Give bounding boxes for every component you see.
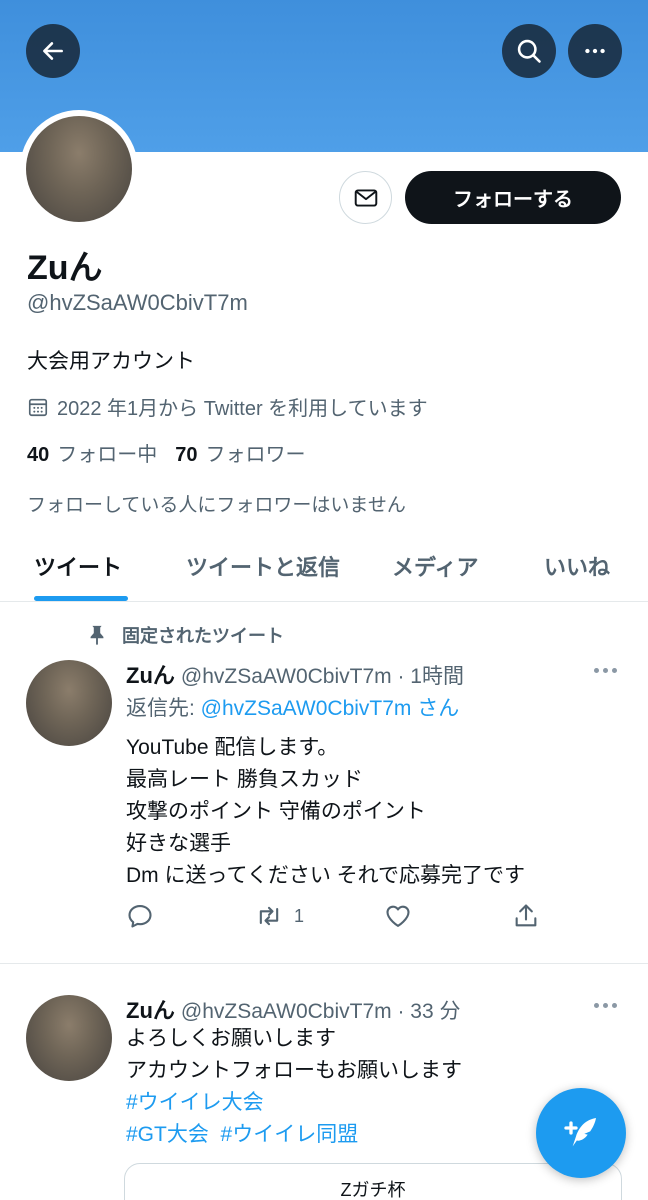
- tweet-line: アカウントフォローもお願いします: [126, 1059, 462, 1082]
- pinned-label: 固定されたツイート: [122, 626, 284, 646]
- retweet-count: 1: [294, 905, 305, 926]
- tweet-meta: @hvZSaAW0CbivT7m · 33 分: [180, 1000, 461, 1023]
- tweet[interactable]: 固定されたツイート Zuん @hvZSaAW0CbivT7m · 1時間 返信先:…: [0, 602, 648, 964]
- tweet-header: Zuん @hvZSaAW0CbivT7m · 1時間: [126, 658, 464, 690]
- search-icon: [517, 39, 541, 63]
- following-stat[interactable]: 40 フォロー中: [27, 438, 157, 467]
- compose-tweet-icon: [564, 1118, 596, 1147]
- tweet-avatar[interactable]: [26, 995, 112, 1081]
- tab-tweets-and-replies[interactable]: ツイートと返信: [186, 550, 340, 582]
- link-card[interactable]: Zガチ杯: [124, 1163, 622, 1200]
- share-button[interactable]: [512, 902, 540, 930]
- more-horizontal-icon: [585, 48, 605, 54]
- hashtag-link[interactable]: #ウイイレ大会: [126, 1091, 264, 1114]
- reply-handle-link[interactable]: @hvZSaAW0CbivT7m さん: [201, 697, 460, 720]
- share-icon: [515, 904, 537, 927]
- avatar-image: [26, 116, 132, 222]
- tweet-actions: 1: [126, 902, 546, 932]
- back-button[interactable]: [26, 24, 80, 78]
- hashtag-link[interactable]: #ウイイレ同盟: [221, 1123, 359, 1146]
- joined-text: 2022 年1月から Twitter を利用しています: [57, 398, 428, 420]
- follow-button[interactable]: フォローする: [405, 171, 621, 224]
- compose-tweet-button[interactable]: [536, 1088, 626, 1178]
- message-button[interactable]: [339, 171, 392, 224]
- tweet-meta: @hvZSaAW0CbivT7m · 1時間: [180, 665, 464, 688]
- tweet-author-name[interactable]: Zuん: [126, 663, 175, 688]
- tweet-author-name[interactable]: Zuん: [126, 998, 175, 1023]
- search-button[interactable]: [502, 24, 556, 78]
- tab-likes[interactable]: いいね: [544, 550, 610, 582]
- pinned-label-row: 固定されたツイート: [86, 622, 284, 648]
- profile-tabs: ツイート ツイートと返信 メディア いいね: [0, 536, 648, 602]
- profile-bio: 大会用アカウント: [27, 350, 195, 373]
- tweet-line: よろしくお願いします: [126, 1027, 336, 1050]
- tweet-avatar[interactable]: [26, 660, 112, 746]
- like-button[interactable]: [384, 902, 412, 930]
- tweet-more-button[interactable]: [594, 1003, 617, 1008]
- reply-button[interactable]: [126, 902, 154, 930]
- following-count: 40: [27, 444, 50, 466]
- tab-media[interactable]: メディア: [392, 550, 478, 582]
- tweet-line: 好きな選手: [126, 832, 231, 855]
- envelope-icon: [354, 188, 377, 207]
- tab-tweets[interactable]: ツイート: [34, 550, 122, 582]
- profile-handle: @hvZSaAW0CbivT7m: [27, 290, 248, 315]
- followers-you-know-text: フォローしている人にフォロワーはいません: [27, 495, 406, 516]
- hashtag-link[interactable]: #GT大会: [126, 1123, 209, 1146]
- arrow-left-icon: [43, 42, 63, 60]
- card-title: Zガチ杯: [340, 1180, 406, 1200]
- follow-stats: 40 フォロー中 70 フォロワー: [27, 438, 306, 467]
- retweet-button[interactable]: 1: [254, 902, 304, 930]
- profile-avatar[interactable]: [20, 110, 138, 228]
- followers-count: 70: [175, 444, 198, 466]
- tweet-line: 攻撃のポイント 守備のポイント: [126, 800, 426, 823]
- tweet-line: 最高レート 勝負スカッド: [126, 768, 363, 791]
- tweet-line: YouTube 配信します。: [126, 736, 339, 759]
- display-name: Zuん: [27, 249, 103, 287]
- followers-stat[interactable]: 70 フォロワー: [175, 438, 305, 467]
- reply-icon: [128, 905, 152, 928]
- tweet-line: Dm に送ってください それで応募完了です: [126, 864, 526, 887]
- tweet-header: Zuん @hvZSaAW0CbivT7m · 33 分: [126, 993, 461, 1025]
- retweet-icon: [259, 906, 279, 926]
- joined-date: 2022 年1月から Twitter を利用しています: [27, 392, 428, 421]
- reply-to: 返信先: @hvZSaAW0CbivT7m さん: [126, 692, 459, 722]
- heart-icon: [386, 905, 410, 927]
- more-options-button[interactable]: [568, 24, 622, 78]
- followers-label: フォロワー: [205, 444, 306, 466]
- reply-prefix: 返信先:: [126, 697, 201, 720]
- pin-icon: [90, 625, 104, 646]
- tweet-more-button[interactable]: [594, 668, 617, 673]
- tweet-text: よろしくお願いします アカウントフォローもお願いします #ウイイレ大会 #GT大…: [126, 1023, 462, 1151]
- following-label: フォロー中: [57, 444, 158, 466]
- calendar-icon: [28, 398, 48, 416]
- active-tab-indicator: [34, 596, 128, 601]
- tweet-text: YouTube 配信します。 最高レート 勝負スカッド 攻撃のポイント 守備のポ…: [126, 732, 525, 892]
